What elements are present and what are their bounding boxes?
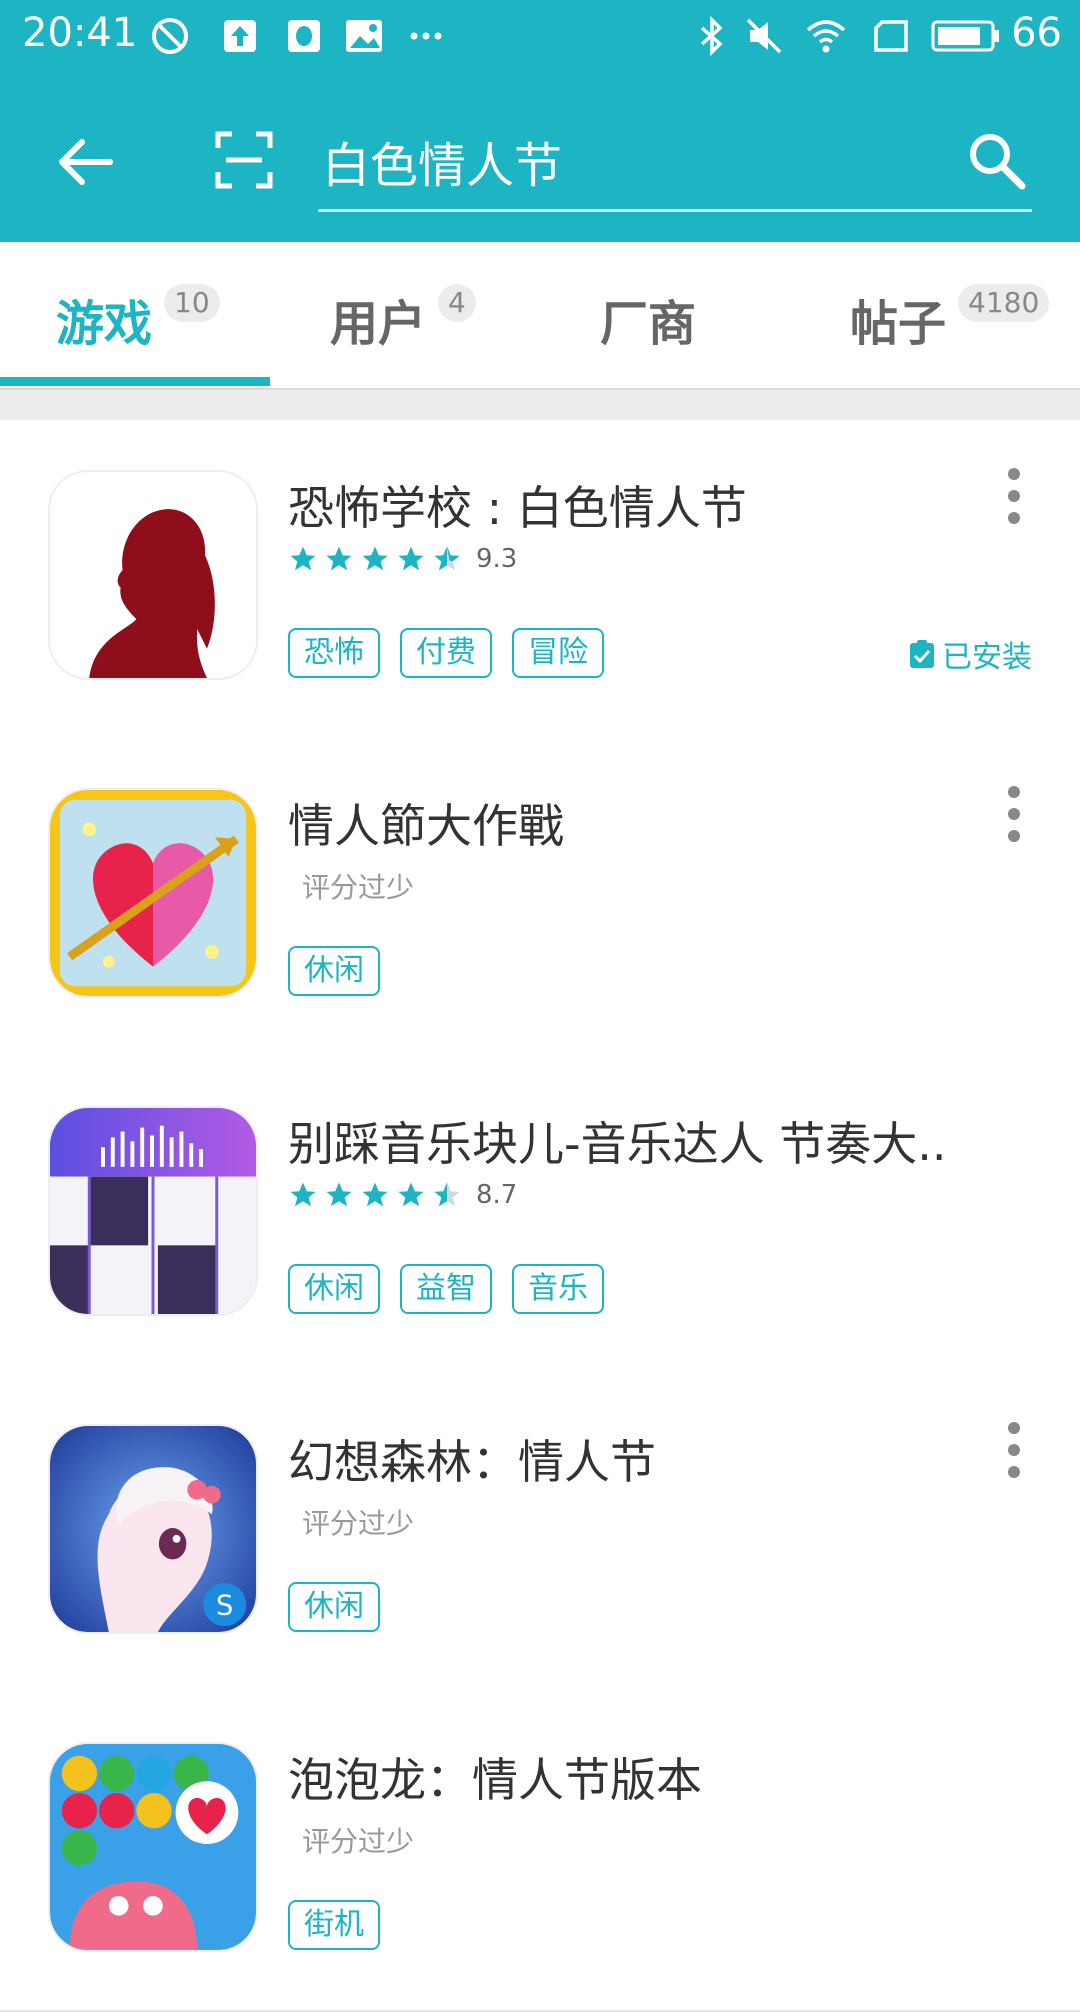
rating-too-few: 评分过少 [302, 1507, 415, 1540]
status-bar: 20:41 66 [0, 0, 1080, 76]
pony-icon: S [48, 1424, 258, 1634]
rating: 9.3 [288, 544, 517, 584]
search-tabs: 游戏 10 用户 4 厂商 帖子 4180 [0, 242, 1080, 390]
tag[interactable]: 恐怖 [288, 628, 380, 678]
sim-icon [874, 20, 908, 52]
back-arrow-icon[interactable] [52, 130, 116, 194]
tag[interactable]: 益智 [400, 1264, 492, 1314]
tag[interactable]: 休闲 [288, 946, 380, 996]
rating-score: 8.7 [476, 1180, 518, 1210]
list-item[interactable]: S 幻想森林：情人节 评分过少 休闲 [0, 1374, 1080, 1694]
app-title: 泡泡龙：情人节版本 [288, 1753, 702, 1807]
tag[interactable]: 冒险 [512, 628, 604, 678]
half-star-icon [434, 546, 460, 571]
tab-label: 游戏 [56, 296, 153, 352]
qq-icon [288, 20, 320, 52]
tab-posts[interactable]: 帖子 4180 [810, 242, 1080, 388]
star-icon [326, 1182, 352, 1207]
section-divider [0, 390, 1080, 420]
star-icon [362, 546, 388, 571]
battery-level: 66 [1011, 10, 1062, 56]
star-icon [290, 546, 316, 571]
status-time: 20:41 [22, 10, 138, 56]
installed-status: 已安装 [906, 632, 1032, 675]
tab-count-badge: 4180 [958, 284, 1050, 322]
tag-list: 休闲 益智 音乐 [288, 1264, 624, 1314]
tab-label: 用户 [330, 296, 427, 352]
wifi-icon [806, 20, 846, 53]
clipboard-check-icon [910, 640, 934, 668]
tag[interactable]: 音乐 [512, 1264, 604, 1314]
list-item[interactable]: 恐怖学校 : 白色情人节 9.3 恐怖 付费 冒险 已安装 [0, 420, 1080, 740]
search-icon[interactable] [964, 128, 1028, 192]
upload-icon [224, 20, 256, 52]
mute-icon [746, 18, 782, 54]
star-icon [290, 1182, 316, 1207]
tab-count-badge: 4 [438, 284, 476, 322]
battery-icon [931, 20, 999, 52]
tag-list: 休闲 [288, 946, 400, 996]
half-star-icon [434, 1182, 460, 1207]
star-icon [398, 546, 424, 571]
heart-arrow-icon [48, 788, 258, 998]
star-icon [362, 1182, 388, 1207]
tag[interactable]: 休闲 [288, 1582, 380, 1632]
app-title: 别踩音乐块儿-音乐达人 节奏大.. [288, 1117, 947, 1171]
tag-list: 休闲 [288, 1582, 400, 1632]
installed-label: 已安装 [942, 640, 1032, 675]
active-tab-indicator [0, 377, 270, 386]
tab-count-badge: 10 [164, 284, 220, 322]
more-options-icon[interactable] [998, 1418, 1030, 1482]
list-item[interactable]: 情人節大作戰 评分过少 休闲 [0, 738, 1080, 1058]
more-options-icon[interactable] [998, 464, 1030, 528]
rating-too-few: 评分过少 [302, 1825, 415, 1858]
dnd-icon [152, 18, 188, 54]
tag-list: 街机 [288, 1900, 400, 1950]
star-icon [326, 546, 352, 571]
app-title: 情人節大作戰 [288, 799, 564, 853]
star-icon [398, 1182, 424, 1207]
app-title: 恐怖学校 : 白色情人节 [288, 481, 747, 535]
tag-list: 恐怖 付费 冒险 [288, 628, 624, 678]
horror-school-icon [48, 470, 258, 680]
app-header: 20:41 66 白色情人节 [0, 0, 1080, 242]
rating-too-few: 评分过少 [302, 871, 415, 904]
tag[interactable]: 休闲 [288, 1264, 380, 1314]
more-notifications-icon [410, 32, 442, 40]
image-icon [346, 20, 382, 52]
tag[interactable]: 付费 [400, 628, 492, 678]
rating-score: 9.3 [476, 544, 518, 574]
more-options-icon[interactable] [998, 782, 1030, 846]
scan-icon[interactable] [214, 130, 274, 190]
piano-tiles-icon [48, 1106, 258, 1316]
bubble-icon [48, 1742, 258, 1952]
search-input[interactable]: 白色情人节 [322, 126, 562, 196]
tag[interactable]: 街机 [288, 1900, 380, 1950]
tab-label: 厂商 [600, 296, 697, 352]
app-title: 幻想森林：情人节 [288, 1435, 656, 1489]
tab-games[interactable]: 游戏 10 [0, 242, 270, 388]
list-item[interactable]: 别踩音乐块儿-音乐达人 节奏大.. 8.7 休闲 益智 音乐 [0, 1056, 1080, 1376]
tab-users[interactable]: 用户 4 [270, 242, 540, 388]
search-underline [318, 209, 1032, 212]
svg-text:S: S [216, 1590, 233, 1621]
rating: 8.7 [288, 1180, 517, 1220]
tab-vendors[interactable]: 厂商 [540, 242, 810, 388]
tab-label: 帖子 [850, 296, 947, 352]
bluetooth-icon [700, 15, 723, 57]
list-item[interactable]: 泡泡龙：情人节版本 评分过少 街机 [0, 1692, 1080, 2012]
